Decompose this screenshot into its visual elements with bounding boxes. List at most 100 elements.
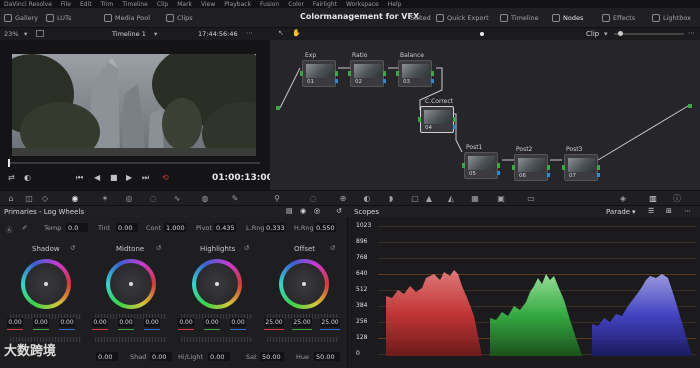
window-icon[interactable]: ◌	[308, 194, 318, 204]
viewer-icon[interactable]: ▣	[496, 194, 506, 204]
node-key-pin[interactable]	[335, 79, 338, 83]
wheel-handle[interactable]	[302, 282, 306, 286]
stereo-icon[interactable]: ▭	[526, 194, 536, 204]
reset-icon[interactable]: ↺	[244, 244, 249, 252]
blur-icon[interactable]: ◗	[386, 194, 396, 204]
skip-back-icon[interactable]: ⏮	[76, 173, 83, 183]
motion-effects-icon[interactable]: ◎	[124, 194, 134, 204]
saturation-input[interactable]: 50.00	[260, 352, 284, 361]
bars-icon[interactable]: ▤	[286, 207, 293, 215]
lrng-input[interactable]: 0.333	[264, 223, 286, 232]
hdr-icon[interactable]: ◇	[40, 194, 50, 204]
reset-icon[interactable]: ↺	[70, 244, 75, 252]
motion-icon[interactable]: ◌	[148, 194, 158, 204]
menu-item-file[interactable]: File	[61, 1, 71, 8]
rgb-mixer-icon[interactable]: ✶	[100, 194, 110, 204]
pointer-icon[interactable]: ↖	[278, 29, 284, 37]
offset-b-value[interactable]: 25.00	[320, 318, 340, 327]
node-key-pin[interactable]	[431, 79, 434, 83]
menu-item-clip[interactable]: Clip	[157, 1, 168, 8]
midtone-r-value[interactable]: 0.00	[118, 318, 134, 327]
skip-forward-icon[interactable]: ⏭	[142, 173, 149, 183]
node-key-pin[interactable]	[547, 173, 550, 177]
midtone-y-value[interactable]: 0.00	[92, 318, 108, 327]
qualifier-icon[interactable]: ✎	[230, 194, 240, 204]
node-mode-dropdown[interactable]: Clip	[586, 30, 599, 38]
zoom-slider[interactable]	[614, 33, 684, 35]
timeline-scrubber[interactable]	[8, 162, 260, 164]
highlights-y-value[interactable]: 0.00	[178, 318, 194, 327]
node-06[interactable]: 06	[512, 154, 550, 181]
lightbox-view-icon[interactable]: ◈	[618, 194, 628, 204]
node-key-pin[interactable]	[383, 79, 386, 83]
more-icon[interactable]: ⋯	[684, 207, 691, 215]
node-input-pin[interactable]	[562, 165, 565, 170]
key-icon[interactable]: ▢	[410, 194, 420, 204]
offset-lower-slider[interactable]	[267, 337, 339, 342]
hand-icon[interactable]: ✋	[292, 29, 301, 37]
offset-color-wheel[interactable]	[279, 259, 329, 309]
node-02[interactable]: 02	[348, 60, 386, 87]
highlights-r-value[interactable]: 0.00	[204, 318, 220, 327]
primaries-wheels-icon[interactable]: ◉	[70, 194, 80, 204]
node-input-pin[interactable]	[462, 163, 465, 168]
node-output-pin[interactable]	[597, 165, 600, 170]
menu-item-workspace[interactable]: Workspace	[346, 1, 379, 8]
shadow-y-value[interactable]: 0.00	[7, 318, 23, 327]
pivot-input[interactable]: 0.435	[214, 223, 236, 232]
node-output-pin[interactable]	[383, 71, 386, 76]
node-output-pin[interactable]	[453, 117, 456, 122]
sizing-icon[interactable]: ▲	[424, 194, 434, 204]
zoom-dropdown[interactable]: 23%	[4, 30, 18, 38]
gear-icon[interactable]: ◐	[24, 173, 31, 182]
wheel-handle[interactable]	[44, 282, 48, 286]
scope-layout-icon[interactable]: ⊞	[666, 207, 672, 215]
contrast-input[interactable]: 1.000	[164, 223, 186, 232]
node-output-pin[interactable]	[431, 71, 434, 76]
node-key-pin[interactable]	[597, 173, 600, 177]
node-key-pin[interactable]	[453, 125, 456, 129]
highlights-color-wheel[interactable]	[192, 259, 242, 309]
wheel-handle[interactable]	[215, 282, 219, 286]
highlights-lower-slider[interactable]	[181, 337, 253, 342]
menu-item-timeline[interactable]: Timeline	[122, 1, 148, 8]
scope-mode-dropdown[interactable]: Parade	[606, 208, 630, 216]
tracker-icon[interactable]: ⊕	[338, 194, 348, 204]
node-output-pin[interactable]	[335, 71, 338, 76]
menu-item-davinci-resolve[interactable]: DaVinci Resolve	[4, 1, 52, 8]
reset-icon[interactable]: ↺	[156, 244, 161, 252]
node-input-pin[interactable]	[348, 71, 351, 76]
menu-item-help[interactable]: Help	[388, 1, 402, 8]
highlights-g-value[interactable]: 0.00	[230, 318, 246, 327]
hrng-input[interactable]: 0.550	[314, 223, 336, 232]
log-wheels-icon[interactable]: ◎	[314, 207, 320, 215]
highlight-input[interactable]: 0.00	[208, 352, 230, 361]
viewer-frame[interactable]	[12, 54, 256, 156]
lightbox-toggle[interactable]: Lightbox	[652, 12, 691, 24]
node-03[interactable]: 03	[396, 60, 434, 87]
effects-toggle[interactable]: Effects	[602, 12, 635, 24]
shadow-color-wheel[interactable]	[21, 259, 71, 309]
loop-icon[interactable]: ⇄	[8, 173, 15, 182]
stop-icon[interactable]: ■	[110, 173, 118, 182]
midtone-g-value[interactable]: 0.00	[144, 318, 160, 327]
tint-input[interactable]: 0.00	[116, 223, 138, 232]
midtone-color-wheel[interactable]	[106, 259, 156, 309]
zoom-slider-handle[interactable]	[618, 31, 623, 36]
node-input-pin[interactable]	[396, 71, 399, 76]
playhead[interactable]	[8, 159, 10, 167]
shadow-r-value[interactable]: 0.00	[33, 318, 49, 327]
magic-mask-icon[interactable]: ◐	[362, 194, 372, 204]
menu-item-playback[interactable]: Playback	[224, 1, 251, 8]
node-05[interactable]: 05	[462, 152, 500, 179]
offset-r-value[interactable]: 25.00	[264, 318, 284, 327]
3d-icon[interactable]: ◭	[446, 194, 456, 204]
media-pool-button[interactable]: Media Pool	[104, 12, 150, 24]
offset-g-value[interactable]: 25.00	[292, 318, 312, 327]
scopes-toggle-icon[interactable]: ▥	[648, 194, 658, 204]
menu-item-fusion[interactable]: Fusion	[260, 1, 279, 8]
reverse-play-icon[interactable]: ◀	[94, 173, 100, 182]
picker-icon[interactable]: ✐	[22, 224, 27, 232]
node-input-pin[interactable]	[300, 71, 303, 76]
curves-icon[interactable]: ∿	[172, 194, 182, 204]
